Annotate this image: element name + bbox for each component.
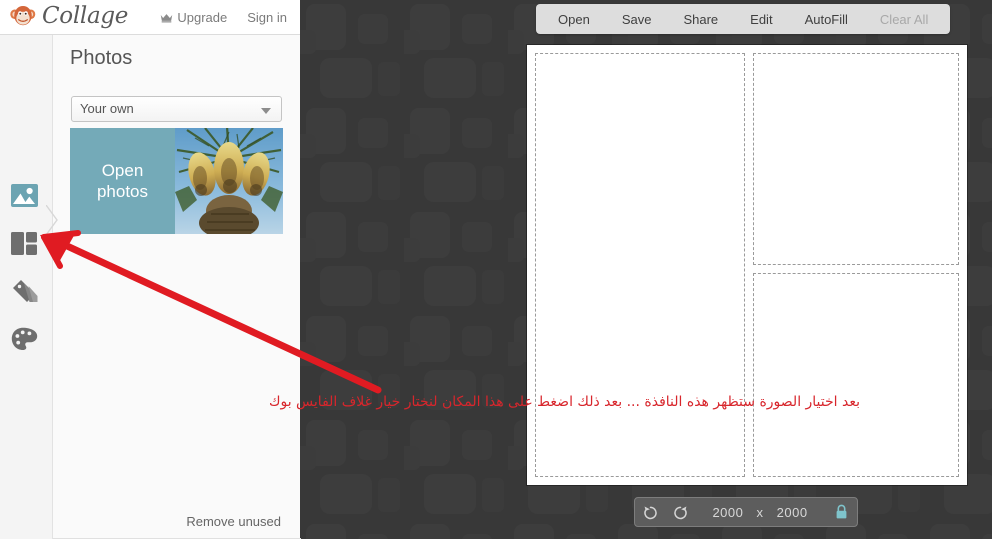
canvas-height-value: 2000 — [776, 504, 808, 520]
signin-link[interactable]: Sign in — [247, 10, 287, 25]
main-toolbar: Open Save Share Edit AutoFill Clear All — [536, 4, 951, 34]
toolbar-edit-button[interactable]: Edit — [734, 12, 788, 27]
upgrade-label: Upgrade — [177, 10, 228, 25]
grid-layout-icon — [11, 231, 37, 255]
photo-source-dropdown[interactable]: Your own — [71, 96, 282, 122]
remove-unused-button[interactable]: Remove unused — [186, 514, 281, 529]
photo-source-value: Your own — [80, 101, 134, 116]
palette-icon — [11, 327, 37, 350]
app-logo-text: Collage — [42, 2, 129, 29]
sidebar-item-backgrounds[interactable] — [7, 274, 41, 308]
collage-cell-bottom-right[interactable] — [753, 273, 959, 477]
panel-collapse-handle[interactable] — [46, 205, 58, 235]
toolbar-save-button[interactable]: Save — [606, 12, 668, 27]
toolbar-autofill-button[interactable]: AutoFill — [789, 12, 864, 27]
rotate-counterclockwise-icon[interactable] — [635, 497, 665, 527]
photo-thumbnails: Open photos — [70, 128, 283, 234]
toolbar-open-button[interactable]: Open — [542, 12, 606, 27]
sidebar-rail — [0, 35, 58, 539]
collage-canvas[interactable] — [527, 45, 967, 485]
canvas-width-value: 2000 — [712, 504, 744, 520]
dimension-separator: x — [756, 504, 764, 520]
signin-label: Sign in — [247, 10, 287, 25]
canvas-size-bar: 2000 x 2000 — [634, 497, 858, 527]
date-palm-fruit-photo — [175, 128, 283, 234]
open-photos-label-line2: photos — [96, 182, 149, 201]
sidebar-item-photos[interactable] — [7, 178, 41, 212]
chevron-down-icon — [261, 108, 271, 114]
sidebar-item-layouts[interactable] — [7, 226, 41, 260]
open-photos-button[interactable]: Open photos — [70, 128, 175, 234]
toolbar-share-button[interactable]: Share — [667, 12, 734, 27]
rotate-clockwise-icon[interactable] — [665, 497, 695, 527]
sidebar-item-effects[interactable] — [7, 322, 41, 356]
image-icon — [10, 183, 38, 207]
photos-panel: Photos Your own Open photos Remove unuse… — [52, 35, 301, 539]
lock-icon[interactable] — [825, 497, 857, 527]
app-header: Collage Upgrade Sign in — [0, 0, 300, 35]
toolbar-clear-all-button: Clear All — [879, 11, 929, 27]
canvas-dimensions: 2000 x 2000 — [695, 505, 825, 520]
photo-thumbnail-item[interactable] — [175, 128, 283, 234]
upgrade-link[interactable]: Upgrade — [160, 10, 227, 25]
monkey-face-icon — [10, 5, 36, 26]
collage-cell-left[interactable] — [535, 53, 745, 477]
open-photos-label-line1: Open — [101, 160, 144, 180]
swatches-icon — [12, 279, 37, 302]
page-title: Photos — [70, 47, 133, 69]
app-logo[interactable]: Collage — [9, 2, 128, 30]
left-panel: Photos Your own Open photos Remove unuse… — [0, 35, 301, 539]
collage-app: Open Save Share Edit AutoFill Clear All … — [0, 0, 992, 539]
crown-icon — [161, 13, 173, 22]
collage-cell-top-right[interactable] — [753, 53, 959, 265]
header-links: Upgrade Sign in — [160, 0, 287, 35]
